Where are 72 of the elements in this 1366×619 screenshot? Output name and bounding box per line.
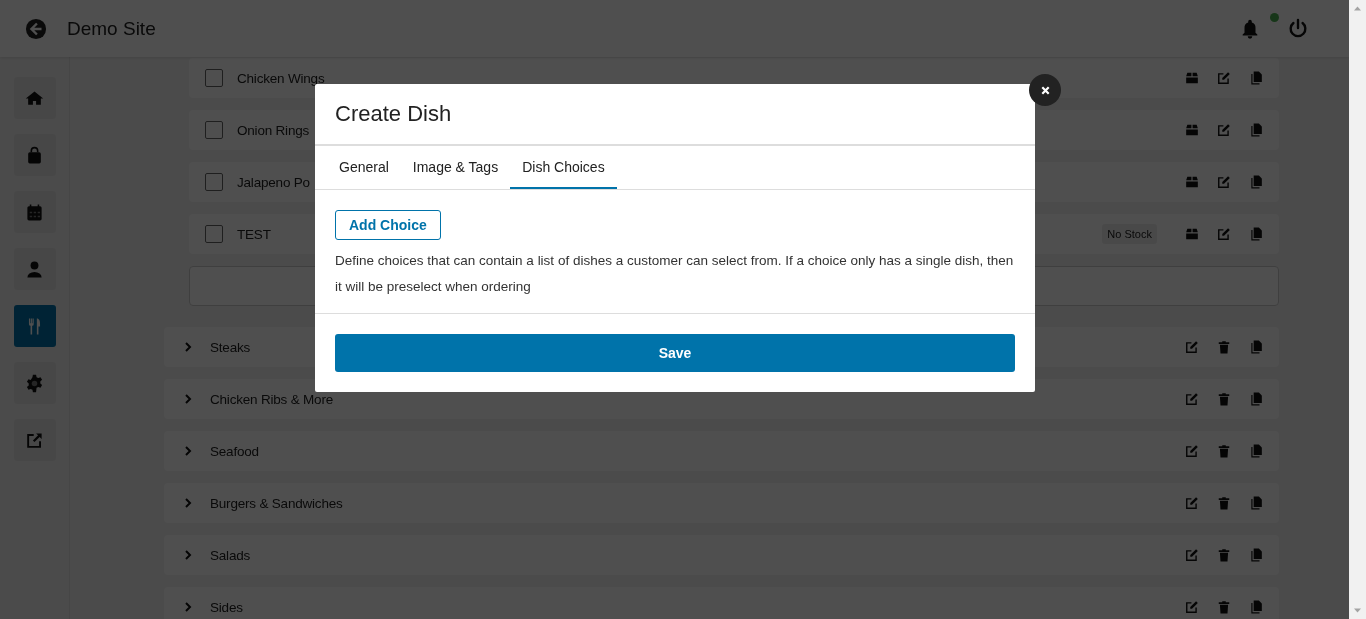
sidebar-button[interactable] [13, 362, 56, 404]
box-icon[interactable] [1185, 227, 1199, 241]
trash-icon[interactable] [1217, 392, 1231, 406]
dish-name: Onion Rings [237, 122, 310, 138]
stock-badge: No Stock [1102, 224, 1157, 244]
close-icon [1039, 84, 1051, 96]
copy-icon[interactable] [1249, 71, 1263, 85]
tab[interactable]: Dish Choices [510, 146, 617, 189]
checkbox[interactable] [205, 173, 223, 191]
trash-icon[interactable] [1217, 600, 1231, 614]
external-link-icon [25, 430, 44, 450]
sidebar-button[interactable] [13, 305, 56, 347]
copy-icon[interactable] [1249, 340, 1263, 354]
edit-icon[interactable] [1185, 340, 1199, 354]
dialog-title: Create Dish [335, 101, 452, 127]
box-icon[interactable] [1185, 175, 1199, 189]
checkbox[interactable] [205, 225, 223, 243]
gear-icon [25, 373, 44, 393]
copy-icon[interactable] [1249, 548, 1263, 562]
copy-icon[interactable] [1249, 123, 1263, 137]
copy-icon[interactable] [1249, 444, 1263, 458]
save-button[interactable]: Save [335, 334, 1015, 372]
edit-icon[interactable] [1185, 548, 1199, 562]
tab[interactable]: General [327, 146, 401, 189]
edit-icon[interactable] [1185, 600, 1199, 614]
dish-name: TEST [237, 226, 271, 242]
edit-icon[interactable] [1217, 123, 1231, 137]
edit-icon[interactable] [1185, 496, 1199, 510]
trash-icon[interactable] [1217, 496, 1231, 510]
category-name: Seafood [210, 443, 259, 459]
close-button[interactable] [1029, 74, 1061, 106]
scrollbar[interactable] [1349, 0, 1366, 619]
dish-name: Jalapeno Po [237, 174, 310, 190]
edit-icon[interactable] [1217, 175, 1231, 189]
add-choice-button[interactable]: Add Choice [335, 210, 441, 240]
dish-name: Chicken Wings [237, 70, 325, 86]
site-title: Demo Site [67, 17, 156, 40]
copy-icon[interactable] [1249, 175, 1263, 189]
category-name: Chicken Ribs & More [210, 391, 333, 407]
power-icon[interactable] [1287, 17, 1309, 40]
category-name: Salads [210, 547, 251, 563]
copy-icon[interactable] [1249, 600, 1263, 614]
shopping-bag-icon [25, 145, 44, 165]
trash-icon[interactable] [1217, 548, 1231, 562]
scroll-up-icon[interactable] [1354, 6, 1361, 11]
edit-icon[interactable] [1185, 392, 1199, 406]
checkbox[interactable] [205, 69, 223, 87]
sidebar-button[interactable] [13, 419, 56, 461]
category-name: Steaks [210, 339, 251, 355]
calendar-icon [25, 202, 44, 222]
description-text: Define choices that can contain a list of dishes a customer can select from. If a choice only has a single dish, then it will be preselect when ordering [335, 252, 1015, 296]
sidebar-button[interactable] [13, 77, 56, 119]
edit-icon[interactable] [1217, 71, 1231, 85]
user-icon [25, 259, 44, 279]
checkbox[interactable] [205, 121, 223, 139]
copy-icon[interactable] [1249, 227, 1263, 241]
edit-icon[interactable] [1217, 227, 1231, 241]
trash-icon[interactable] [1217, 444, 1231, 458]
category-name: Sides [210, 599, 243, 615]
copy-icon[interactable] [1249, 496, 1263, 510]
copy-icon[interactable] [1249, 392, 1263, 406]
sidebar-button[interactable] [13, 134, 56, 176]
box-icon[interactable] [1185, 71, 1199, 85]
sidebar-button[interactable] [13, 248, 56, 290]
scroll-down-icon[interactable] [1354, 608, 1361, 613]
tab[interactable]: Image & Tags [400, 146, 511, 189]
category-name: Burgers & Sandwiches [210, 495, 343, 511]
trash-icon[interactable] [1217, 340, 1231, 354]
box-icon[interactable] [1185, 123, 1199, 137]
edit-icon[interactable] [1185, 444, 1199, 458]
home-icon [25, 88, 44, 108]
sidebar-button[interactable] [13, 191, 56, 233]
